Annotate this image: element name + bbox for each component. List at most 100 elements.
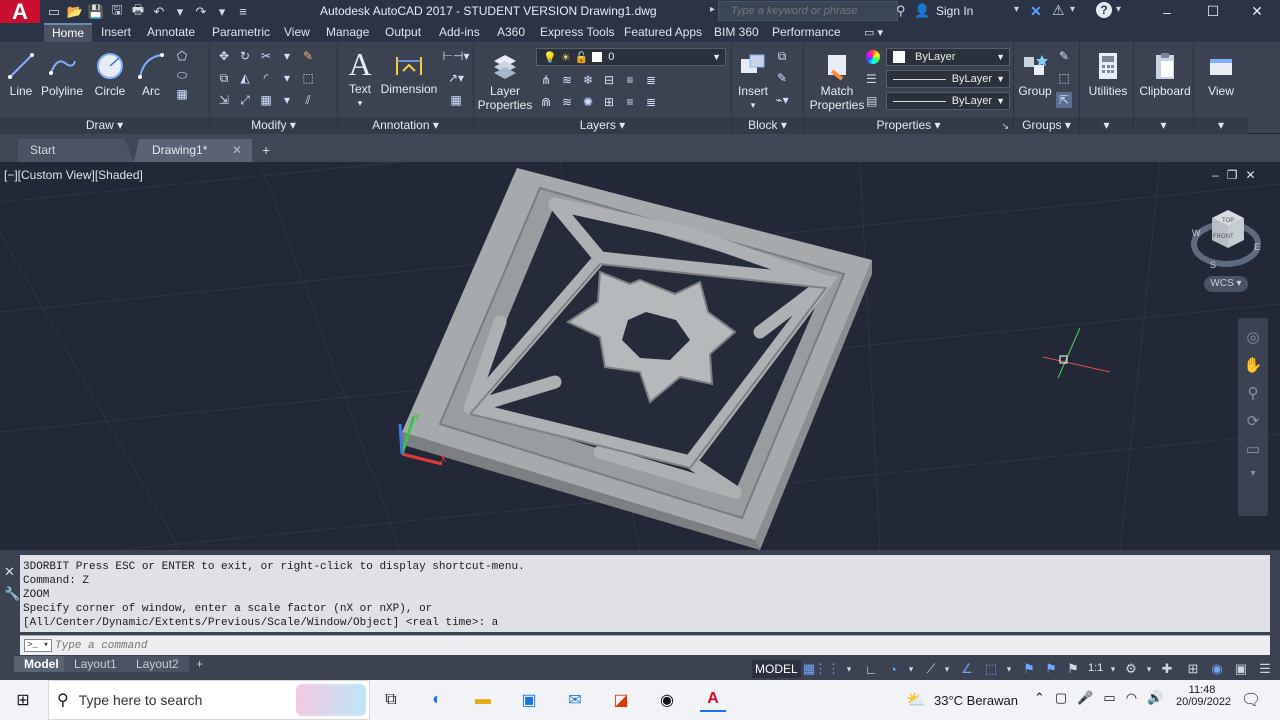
edit-attributes-icon[interactable]: ⌁▾	[774, 92, 790, 108]
viewport-controls-label[interactable]: [−][Custom View][Shaded]	[4, 168, 143, 182]
annotation-panel-label[interactable]: Annotation ▾	[338, 117, 473, 134]
lineweight-dropdown[interactable]: ByLayer ▼	[886, 70, 1010, 88]
wcs-menu-button[interactable]: WCS ▾	[1204, 276, 1248, 292]
trim-icon[interactable]: ✂	[258, 48, 274, 64]
sign-in-button[interactable]: Sign In	[936, 4, 973, 18]
hardware-acceleration-icon[interactable]: ▣	[1232, 660, 1250, 678]
task-view-icon[interactable]: ⧉	[378, 688, 404, 712]
viewport-close-icon[interactable]: ✕	[1245, 168, 1263, 182]
isolate-objects-icon[interactable]: ◉	[1208, 660, 1226, 678]
obs-icon[interactable]: ◉	[654, 688, 680, 712]
polar-icon[interactable]: ◔	[884, 660, 902, 678]
move-icon[interactable]: ✥	[216, 48, 232, 64]
open-icon[interactable]: 📂	[67, 4, 83, 20]
show-hidden-icons-icon[interactable]: ⌃	[1034, 690, 1055, 705]
layers-panel-label[interactable]: Layers ▾	[474, 117, 731, 134]
trim-dropdown-icon[interactable]: ▾	[279, 48, 295, 64]
undo-icon[interactable]: ↶	[151, 4, 167, 20]
tab-parametric[interactable]: Parametric	[204, 23, 278, 42]
help-icon[interactable]: ?	[1096, 2, 1112, 18]
layer-on-icon[interactable]: ⋒	[538, 94, 554, 110]
draw-panel-label[interactable]: Draw ▾	[0, 117, 209, 134]
modify-panel-label[interactable]: Modify ▾	[210, 117, 337, 134]
microsoft-store-icon[interactable]: ▣	[516, 688, 542, 712]
binoculars-icon[interactable]: ⚲	[896, 3, 906, 19]
exchange-apps-icon[interactable]: ✕	[1030, 3, 1042, 20]
text-button[interactable]: A Text ▾	[342, 46, 378, 110]
tab-start[interactable]: Start	[18, 139, 134, 162]
annotation-scale-value[interactable]: 1:1	[1088, 662, 1103, 674]
tab-model[interactable]: Model	[14, 656, 69, 672]
workspace-dropdown-icon[interactable]: ▾	[1140, 660, 1158, 678]
microphone-icon[interactable]: 🎤	[1077, 690, 1103, 705]
scale-icon[interactable]: ⤢	[237, 92, 253, 108]
tab-home[interactable]: Home	[44, 23, 93, 42]
wifi-icon[interactable]: ◠	[1126, 690, 1147, 705]
ellipse-icon[interactable]: ⬭	[174, 67, 190, 83]
close-button[interactable]: ✕	[1234, 0, 1280, 23]
match-properties-button[interactable]: Match Properties	[808, 48, 866, 112]
layer-unisolate-icon[interactable]: ≣	[643, 72, 659, 88]
polyline-button[interactable]: Polyline	[40, 48, 84, 98]
layer-current-icon[interactable]: ≡	[622, 94, 638, 110]
arc-button[interactable]: Arc	[134, 48, 168, 98]
viewcube[interactable]: TOP FRONT W E S	[1191, 210, 1261, 270]
tab-bim360[interactable]: BIM 360	[706, 23, 767, 42]
rotate-icon[interactable]: ↻	[237, 48, 253, 64]
edit-block-icon[interactable]: ✎	[774, 70, 790, 86]
model-space-toggle[interactable]: MODEL	[752, 660, 801, 678]
tab-insert[interactable]: Insert	[93, 23, 139, 42]
insert-dropdown-icon[interactable]: ▾	[751, 98, 756, 112]
line-button[interactable]: Line	[4, 48, 38, 98]
minimize-button[interactable]: –	[1144, 0, 1190, 23]
tab-a360[interactable]: A360	[489, 23, 533, 42]
linetype-dropdown[interactable]: ByLayer ▼	[886, 92, 1010, 110]
table-icon[interactable]: ▦	[442, 92, 470, 108]
annotation-scale-icon[interactable]: ⚑	[1064, 660, 1082, 678]
properties-launcher-icon[interactable]: ↘	[1001, 121, 1009, 132]
volume-icon[interactable]: 🔊	[1147, 690, 1173, 705]
group-select-icon[interactable]: ⇱	[1056, 92, 1072, 108]
undo-dropdown-icon[interactable]: ▾	[172, 4, 188, 20]
layer-isolate-icon[interactable]: ≋	[559, 72, 575, 88]
ungroup-icon[interactable]: ✎	[1056, 48, 1072, 64]
tab-annotate[interactable]: Annotate	[139, 23, 203, 42]
create-block-icon[interactable]: ⧉	[774, 48, 790, 64]
autocad-taskbar-icon[interactable]: A	[700, 688, 726, 712]
ribbon-minimize-icon[interactable]: ▭ ▾	[864, 26, 883, 39]
view-panel-arrow-icon[interactable]: ▾	[1194, 117, 1248, 134]
layer-freeze-icon[interactable]: ❄	[580, 72, 596, 88]
3d-lattice-tile[interactable]	[400, 168, 872, 550]
tab-drawing1[interactable]: Drawing1* ✕	[134, 139, 252, 162]
leader-icon[interactable]: ↗▾	[442, 70, 470, 86]
search-highlight-image[interactable]	[296, 684, 366, 716]
help-search-box[interactable]	[718, 1, 898, 21]
insert-block-button[interactable]: Insert ▾	[734, 48, 772, 112]
tab-view[interactable]: View	[276, 23, 318, 42]
drawing-viewport[interactable]: Y X TOP FRONT W E S [−][Custom View][Sha…	[0, 162, 1280, 550]
text-dropdown-icon[interactable]: ▾	[358, 96, 363, 110]
navbar-customize-icon[interactable]: ▾	[1250, 468, 1255, 479]
meet-now-icon[interactable]: ▢	[1055, 690, 1077, 705]
redo-icon[interactable]: ↷	[193, 4, 209, 20]
clipboard-button[interactable]: Clipboard	[1138, 48, 1192, 98]
object-snap-tracking-icon[interactable]: ∠	[958, 660, 976, 678]
layer-thaw-icon[interactable]: ✺	[580, 94, 596, 110]
file-explorer-icon[interactable]: ▬	[470, 688, 496, 712]
autocad-logo-icon[interactable]: A	[0, 0, 40, 23]
showmotion-icon[interactable]: ▭	[1246, 440, 1260, 458]
utilities-button[interactable]: Utilities	[1084, 48, 1132, 98]
offset-icon[interactable]: ⫽	[300, 92, 316, 108]
new-icon[interactable]: ▭	[46, 4, 62, 20]
pan-icon[interactable]: ✋	[1244, 356, 1263, 374]
fillet-icon[interactable]: ◜	[258, 70, 274, 86]
isodraft-dropdown-icon[interactable]: ▾	[938, 660, 956, 678]
view-button[interactable]: View	[1198, 48, 1244, 98]
stretch-icon[interactable]: ⇲	[216, 92, 232, 108]
save-icon[interactable]: 💾	[88, 4, 104, 20]
battery-icon[interactable]: ▭	[1103, 690, 1125, 705]
tab-add-ins[interactable]: Add-ins	[431, 23, 488, 42]
mail-icon[interactable]: ✉	[562, 688, 588, 712]
customize-qat-icon[interactable]: ≡	[235, 4, 251, 20]
hatch-icon[interactable]: ▦	[174, 86, 190, 102]
